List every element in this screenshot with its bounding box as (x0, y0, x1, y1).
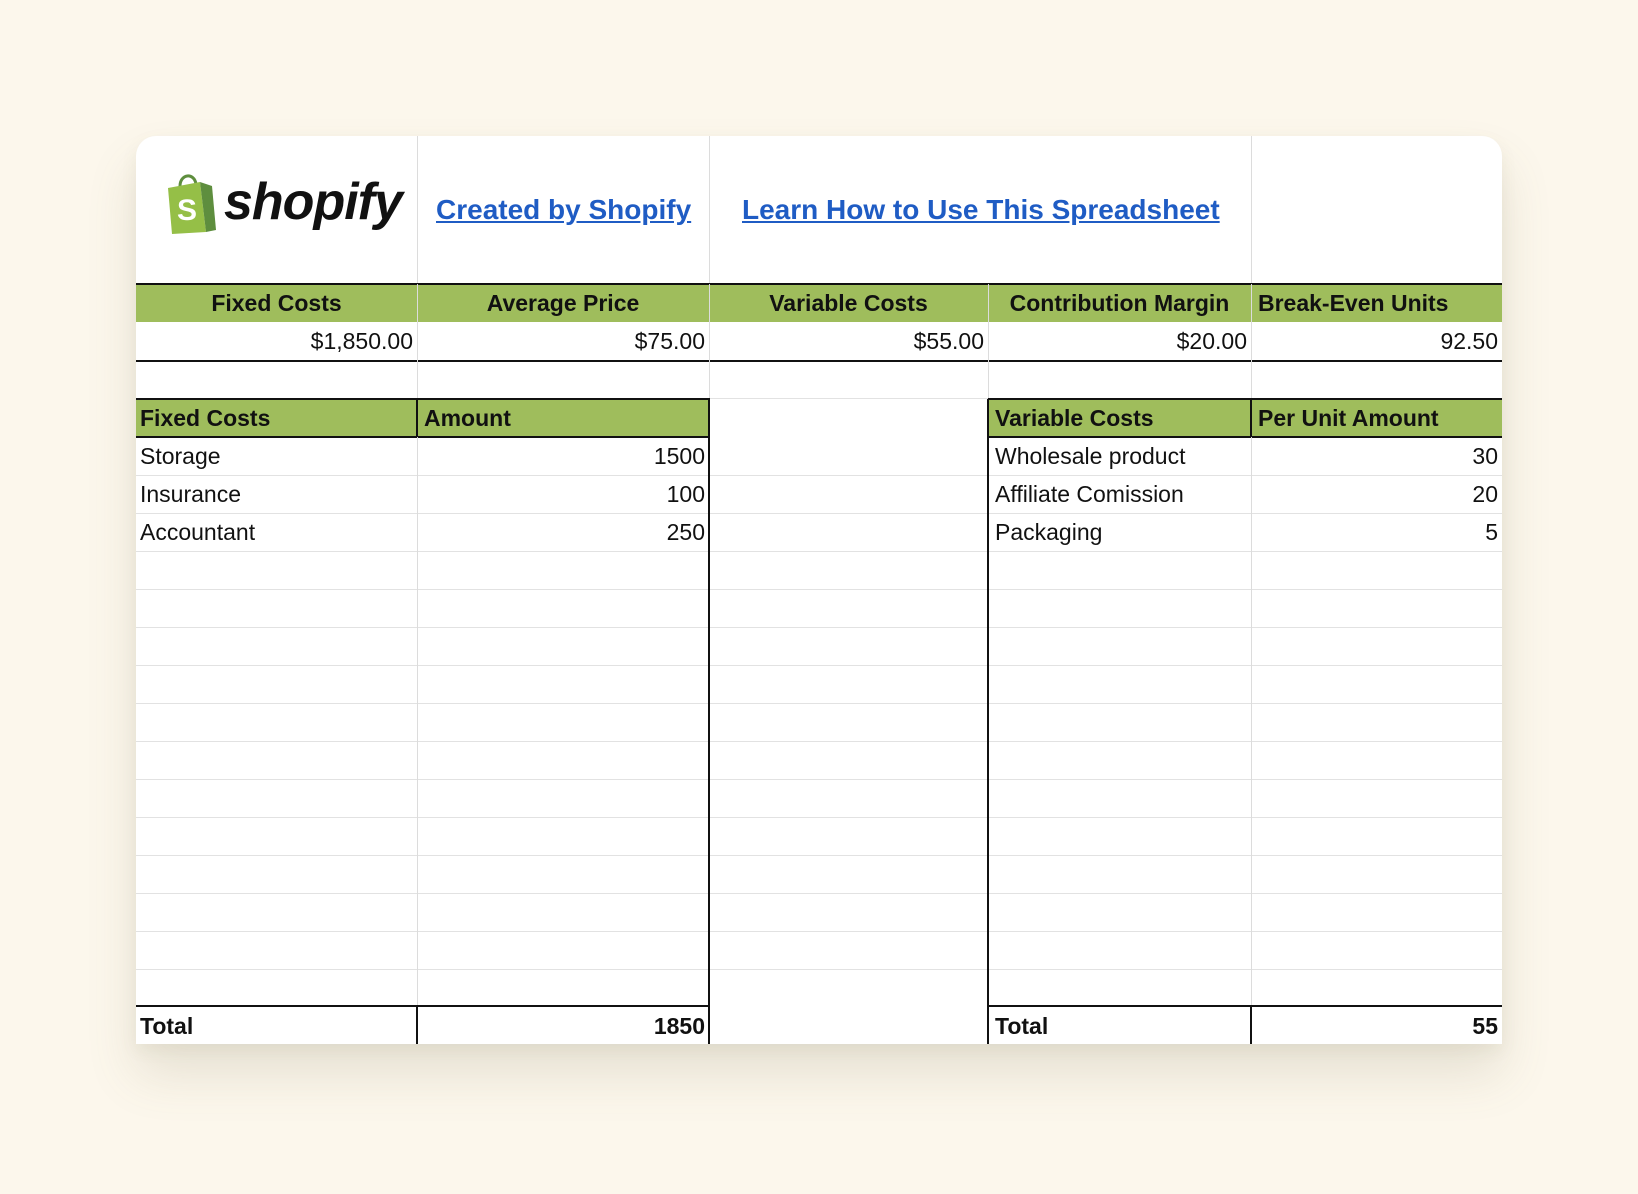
summary-header-variable-costs: Variable Costs (769, 290, 928, 316)
variable-cost-name-affiliate[interactable]: Affiliate Comission (988, 475, 1251, 513)
row-separator (136, 741, 1502, 742)
summary-value-average-price[interactable]: $75.00 (417, 322, 709, 360)
fixed-costs-total-value[interactable]: 1850 (417, 1007, 709, 1044)
summary-value-fixed-costs[interactable]: $1,850.00 (136, 322, 417, 360)
variable-costs-header-amount: Per Unit Amount (1258, 405, 1439, 431)
summary-value-contribution-margin[interactable]: $20.00 (988, 322, 1251, 360)
spreadsheet-card: S shopify Created by Shopify Learn How t… (136, 136, 1502, 1044)
fixed-costs-total-label: Total (140, 1013, 194, 1039)
variable-cost-amount-affiliate[interactable]: 20 (1251, 475, 1502, 513)
summary-header-fixed-costs: Fixed Costs (211, 290, 342, 316)
row-separator (136, 779, 1502, 780)
row-separator (136, 551, 1502, 552)
summary-header-contribution-margin: Contribution Margin (1009, 290, 1230, 316)
fixed-cost-name-accountant[interactable]: Accountant (136, 513, 417, 551)
row-separator (136, 589, 1502, 590)
summary-header-break-even-units: Break-Even Units (1258, 290, 1449, 316)
summary-value-variable-costs[interactable]: $55.00 (709, 322, 988, 360)
variable-cost-amount-packaging[interactable]: 5 (1251, 513, 1502, 551)
row-separator (136, 969, 1502, 970)
fixed-cost-amount-insurance[interactable]: 100 (417, 475, 709, 513)
row-separator (136, 703, 1502, 704)
summary-header-average-price: Average Price (486, 290, 640, 316)
shopify-logo: S shopify (164, 170, 403, 234)
created-by-shopify-link[interactable]: Created by Shopify (436, 190, 691, 230)
variable-costs-header-name: Variable Costs (995, 405, 1154, 431)
variable-cost-name-wholesale[interactable]: Wholesale product (988, 437, 1251, 475)
fixed-costs-header-name: Fixed Costs (140, 405, 271, 431)
bag-letter: S (177, 194, 197, 227)
fixed-cost-amount-storage[interactable]: 1500 (417, 437, 709, 475)
brand-name: shopify (224, 173, 403, 231)
row-separator (136, 893, 1502, 894)
row-separator (136, 817, 1502, 818)
row-separator (136, 665, 1502, 666)
shopping-bag-icon: S (168, 174, 216, 234)
fixed-cost-amount-accountant[interactable]: 250 (417, 513, 709, 551)
fixed-cost-name-storage[interactable]: Storage (136, 437, 417, 475)
learn-how-link[interactable]: Learn How to Use This Spreadsheet (742, 190, 1220, 230)
summary-value-break-even-units[interactable]: 92.50 (1251, 322, 1502, 360)
row-separator (136, 855, 1502, 856)
row-separator (136, 627, 1502, 628)
row-separator (136, 931, 1502, 932)
variable-cost-amount-wholesale[interactable]: 30 (1251, 437, 1502, 475)
variable-costs-total-value[interactable]: 55 (1251, 1007, 1502, 1044)
fixed-costs-header-amount: Amount (424, 405, 511, 431)
variable-cost-name-packaging[interactable]: Packaging (988, 513, 1251, 551)
variable-costs-total-label: Total (995, 1013, 1049, 1039)
fixed-cost-name-insurance[interactable]: Insurance (136, 475, 417, 513)
